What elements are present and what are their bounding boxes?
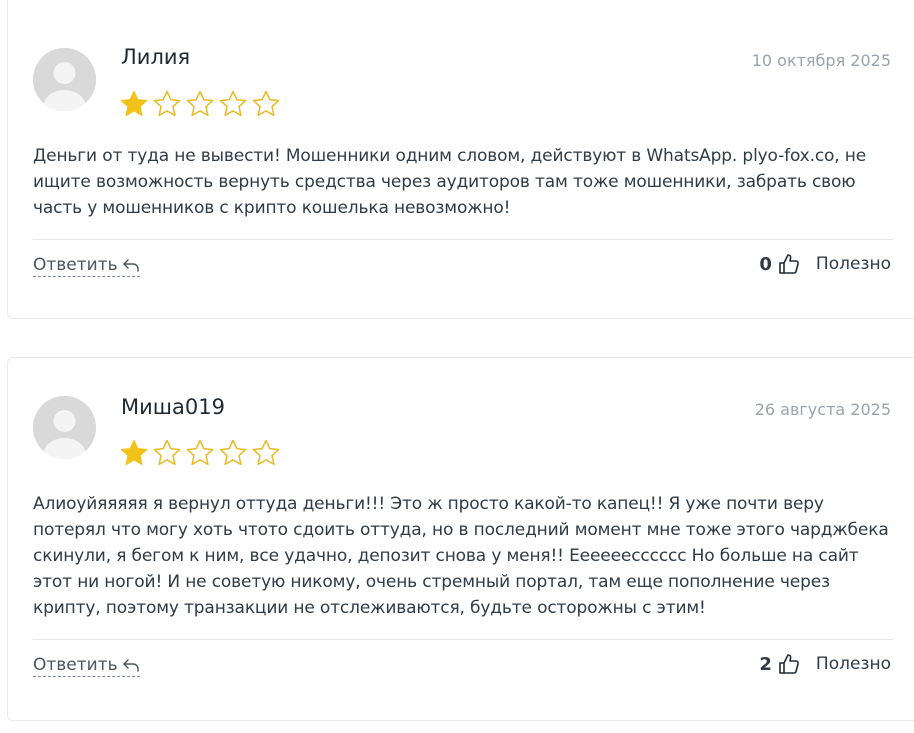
thumbs-up-icon[interactable] — [778, 653, 800, 675]
star-empty-icon — [186, 90, 214, 117]
star-empty-icon — [186, 439, 214, 466]
divider — [33, 239, 893, 240]
avatar — [33, 48, 96, 111]
reply-arrow-icon — [122, 259, 139, 272]
helpful-block: 2 Полезно — [759, 653, 891, 675]
star-filled-icon — [120, 90, 148, 116]
helpful-block: 0 Полезно — [759, 253, 891, 275]
divider — [33, 639, 893, 640]
reply-button[interactable]: Ответить — [33, 255, 140, 277]
review-date: 10 октября 2025 — [751, 51, 891, 70]
reply-button[interactable]: Ответить — [33, 655, 140, 677]
review-text: Деньги от туда не вывести! Мошенники одн… — [33, 146, 867, 218]
star-empty-icon — [252, 439, 280, 466]
review-text: Алиоуйяяяяя я вернул оттуда деньги!!! Эт… — [33, 494, 889, 618]
reply-arrow-icon — [122, 659, 139, 672]
thumbs-up-icon[interactable] — [778, 253, 800, 275]
user-silhouette-icon — [33, 48, 96, 111]
review-card: Лилия 10 октября 2025 Деньги от туда не … — [7, 0, 914, 319]
review-author: Миша019 — [121, 395, 225, 419]
helpful-label[interactable]: Полезно — [816, 254, 891, 274]
user-silhouette-icon — [33, 396, 96, 459]
review-author: Лилия — [121, 45, 191, 69]
star-rating — [119, 438, 281, 468]
avatar — [33, 396, 96, 459]
reply-label: Ответить — [33, 255, 118, 275]
review-date: 26 августа 2025 — [754, 400, 891, 419]
helpful-count: 0 — [759, 253, 772, 275]
star-empty-icon — [153, 90, 181, 117]
star-empty-icon — [153, 439, 181, 466]
review-card: Миша019 26 августа 2025 Алиоуйяяяяя я ве… — [7, 357, 914, 721]
star-filled-icon — [120, 439, 148, 465]
helpful-label[interactable]: Полезно — [816, 654, 891, 674]
star-empty-icon — [252, 90, 280, 117]
star-empty-icon — [219, 90, 247, 117]
star-empty-icon — [219, 439, 247, 466]
helpful-count: 2 — [759, 653, 772, 675]
star-rating — [119, 89, 281, 119]
reply-label: Ответить — [33, 655, 118, 675]
